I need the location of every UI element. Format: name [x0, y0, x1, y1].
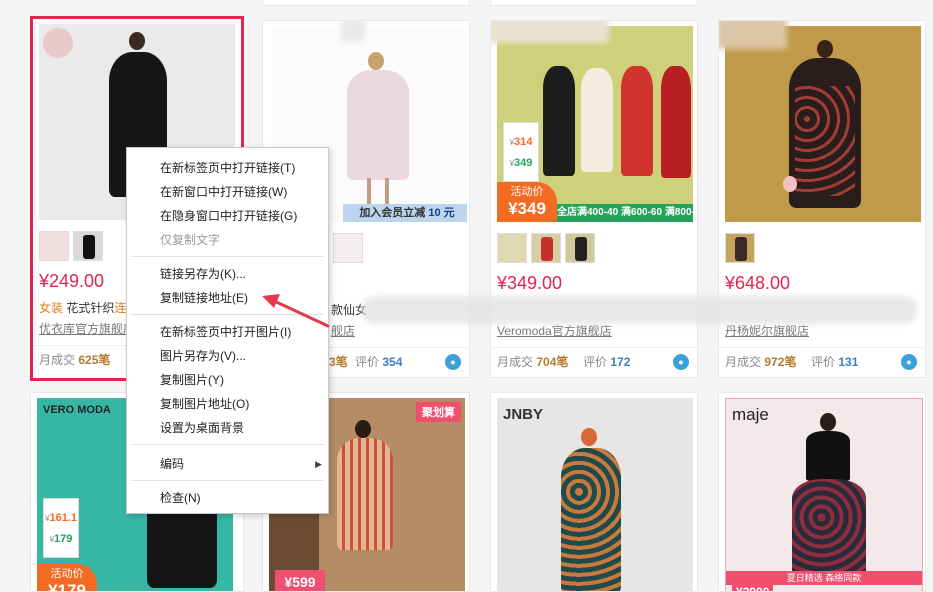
menu-encoding[interactable]: 编码 ▶	[127, 452, 328, 476]
store-promo-strip: 全店满400-40 满600-60 满800-80	[557, 204, 693, 222]
shop-link[interactable]: 丹杨妮尔旗舰店	[725, 322, 809, 339]
wangwang-chat-icon[interactable]: ●	[445, 354, 461, 370]
menu-save-image-as[interactable]: 图片另存为(V)...	[127, 344, 328, 368]
price-tag: ¥2900	[732, 585, 774, 591]
product-card-8[interactable]: maje 夏日精选 森络同款 ¥2900	[718, 392, 926, 592]
menu-separator	[131, 256, 324, 257]
menu-separator	[131, 444, 324, 445]
menu-inspect[interactable]: 检查(N)	[127, 486, 328, 510]
menu-open-image-new-tab[interactable]: 在新标签页中打开图片(I)	[127, 320, 328, 344]
menu-set-desktop-background[interactable]: 设置为桌面背景	[127, 416, 328, 440]
submenu-arrow-icon: ▶	[315, 459, 322, 469]
product-card-3[interactable]: ¥314 ¥349 活动价 ¥349 全店满400-40 满600-60 满80…	[490, 20, 698, 378]
product-card-7[interactable]: JNBY	[490, 392, 698, 592]
product-grid-page: ¥249.00 女装 花式针织连 优衣库官方旗舰店 月成交 625笔 加入会员立…	[0, 0, 933, 592]
menu-open-link-new-tab[interactable]: 在新标签页中打开链接(T)	[127, 156, 328, 180]
menu-separator	[131, 480, 324, 481]
color-swatches	[497, 233, 599, 263]
menu-separator	[131, 314, 324, 315]
prev-row-card	[262, 0, 470, 6]
member-discount-bar: 加入会员立减 10 元	[343, 204, 467, 222]
juhuasuan-tag: 聚划算	[416, 402, 461, 422]
swatch-black[interactable]	[565, 233, 595, 263]
product-card-4[interactable]: ¥648.00 丹杨妮尔旗舰店 月成交 972笔 评价 131 ●	[718, 20, 926, 378]
menu-copy-link-address[interactable]: 复制链接地址(E)	[127, 286, 328, 310]
product-price: ¥249.00	[39, 271, 105, 291]
blurred-region	[719, 21, 787, 49]
swatch-black[interactable]	[73, 231, 103, 261]
shop-link[interactable]: Veromoda官方旗舰店	[497, 322, 612, 339]
swatch-pink[interactable]	[39, 231, 69, 261]
product-image[interactable]: ¥314 ¥349 活动价 ¥349 全店满400-40 满600-60 满80…	[497, 26, 693, 222]
activity-price-badge: 活动价 ¥179	[37, 564, 97, 591]
menu-save-link-as[interactable]: 链接另存为(K)...	[127, 262, 328, 286]
promo-price-card: ¥314 ¥349	[503, 122, 539, 182]
swatch-red[interactable]	[531, 233, 561, 263]
color-swatches	[39, 231, 107, 261]
product-image[interactable]	[725, 26, 921, 222]
activity-price-badge: 活动价 ¥349	[497, 182, 557, 222]
blurred-logo	[43, 28, 73, 58]
color-swatches	[725, 233, 759, 263]
product-price: ¥648.00	[725, 273, 791, 293]
promo-price-card: ¥161.1 ¥179	[43, 498, 79, 558]
menu-copy-image[interactable]: 复制图片(Y)	[127, 368, 328, 392]
blurred-region	[491, 21, 609, 43]
sales-stats: 月成交 704笔 评价 172 ●	[491, 347, 697, 377]
wangwang-chat-icon[interactable]: ●	[673, 354, 689, 370]
swatch[interactable]	[333, 233, 363, 263]
menu-open-link-new-window[interactable]: 在新窗口中打开链接(W)	[127, 180, 328, 204]
product-image[interactable]: maje 夏日精选 森络同款 ¥2900	[725, 398, 923, 591]
color-swatches	[333, 233, 367, 263]
swatch-floral[interactable]	[725, 233, 755, 263]
wangwang-chat-icon[interactable]: ●	[901, 354, 917, 370]
price-tag: ¥599	[275, 570, 325, 591]
promo-strip: 夏日精选 森络同款	[726, 571, 922, 585]
menu-open-link-incognito[interactable]: 在隐身窗口中打开链接(G)	[127, 204, 328, 228]
blurred-region	[341, 21, 365, 41]
shop-link[interactable]: 舰店	[331, 322, 355, 339]
product-image[interactable]: JNBY	[497, 398, 693, 591]
swatch-white[interactable]	[497, 233, 527, 263]
context-menu: 在新标签页中打开链接(T) 在新窗口中打开链接(W) 在隐身窗口中打开链接(G)…	[126, 147, 329, 514]
blurred-title-region	[362, 296, 917, 324]
menu-copy-text-only: 仅复制文字	[160, 233, 221, 247]
product-price: ¥349.00	[497, 273, 563, 293]
prev-row-card	[490, 0, 698, 6]
sales-stats: 月成交 972笔 评价 131 ●	[719, 347, 925, 377]
menu-copy-image-address[interactable]: 复制图片地址(O)	[127, 392, 328, 416]
shop-link[interactable]: 优衣库官方旗舰店	[39, 320, 135, 337]
